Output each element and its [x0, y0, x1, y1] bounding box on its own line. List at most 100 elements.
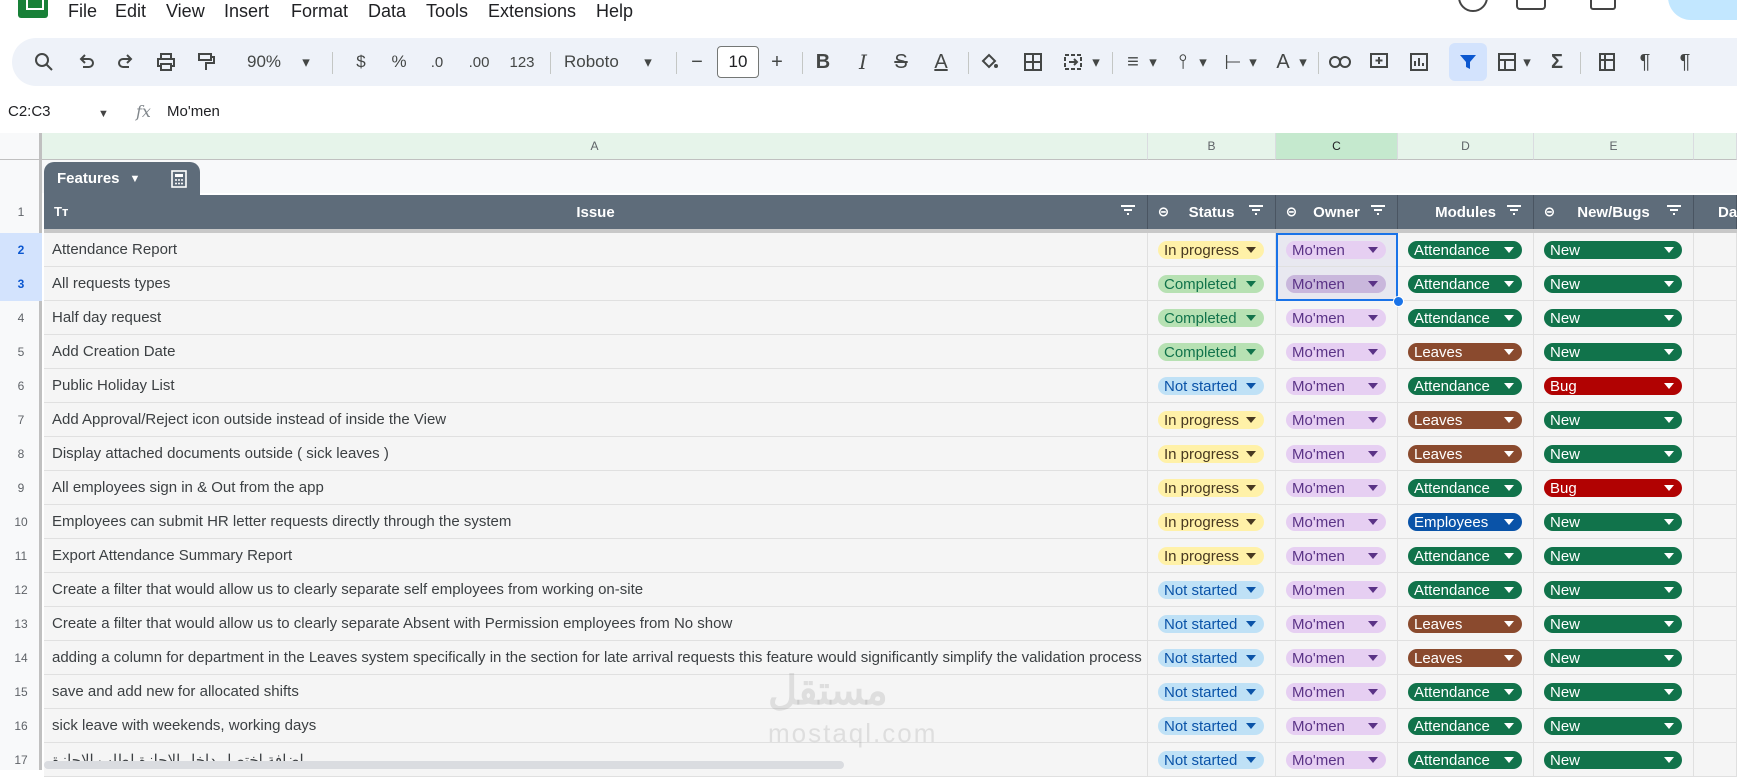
- type-chip[interactable]: New: [1544, 683, 1682, 701]
- chip-dropdown-icon[interactable]: [1246, 383, 1256, 389]
- chip-dropdown-icon[interactable]: [1664, 247, 1674, 253]
- menu-format[interactable]: Format: [291, 1, 348, 22]
- formula-input[interactable]: Mo'men: [167, 103, 220, 120]
- horizontal-align-icon[interactable]: ≡: [1120, 38, 1146, 86]
- header-newbugs[interactable]: ⊝ New/Bugs: [1534, 195, 1694, 229]
- chip-dropdown-icon[interactable]: [1664, 757, 1674, 763]
- status-cell[interactable]: In progress: [1148, 233, 1276, 267]
- module-cell[interactable]: Attendance: [1398, 709, 1534, 743]
- type-cell[interactable]: New: [1534, 335, 1694, 369]
- history-icon[interactable]: [1458, 0, 1488, 12]
- fill-handle[interactable]: [1393, 296, 1404, 307]
- type-cell[interactable]: New: [1534, 607, 1694, 641]
- zoom-select[interactable]: 90%: [234, 38, 294, 86]
- owner-chip[interactable]: Mo'men: [1286, 751, 1386, 769]
- row-number[interactable]: 4: [0, 301, 42, 335]
- chip-dropdown-icon[interactable]: [1246, 553, 1256, 559]
- chip-dropdown-icon[interactable]: [1246, 247, 1256, 253]
- chip-dropdown-icon[interactable]: [1664, 485, 1674, 491]
- chip-dropdown-icon[interactable]: [1368, 247, 1378, 253]
- owner-cell[interactable]: Mo'men: [1276, 403, 1398, 437]
- status-cell[interactable]: Not started: [1148, 743, 1276, 777]
- chip-dropdown-icon[interactable]: [1504, 723, 1514, 729]
- more-formats-button[interactable]: 123: [506, 38, 538, 86]
- chip-dropdown-icon[interactable]: [1368, 315, 1378, 321]
- date-cell[interactable]: [1694, 743, 1737, 777]
- chip-dropdown-icon[interactable]: [1504, 757, 1514, 763]
- header-owner[interactable]: ⊝ Owner: [1276, 195, 1398, 229]
- status-chip[interactable]: In progress: [1158, 411, 1264, 429]
- module-cell[interactable]: Attendance: [1398, 233, 1534, 267]
- table-menu-button[interactable]: [158, 162, 200, 195]
- row-number[interactable]: 16: [0, 709, 42, 743]
- menu-view[interactable]: View: [166, 1, 205, 22]
- status-chip[interactable]: Not started: [1158, 377, 1264, 395]
- date-cell[interactable]: [1694, 301, 1737, 335]
- menu-file[interactable]: File: [68, 1, 97, 22]
- owner-chip[interactable]: Mo'men: [1286, 615, 1386, 633]
- owner-cell[interactable]: Mo'men: [1276, 471, 1398, 505]
- row-number[interactable]: 17: [0, 743, 42, 777]
- font-dropdown-icon[interactable]: ▾: [638, 38, 658, 86]
- issue-cell[interactable]: Employees can submit HR letter requests …: [44, 505, 1148, 539]
- chip-dropdown-icon[interactable]: [1664, 587, 1674, 593]
- owner-chip[interactable]: Mo'men: [1286, 445, 1386, 463]
- increase-decimal-button[interactable]: .00: [462, 38, 496, 86]
- owner-chip[interactable]: Mo'men: [1286, 581, 1386, 599]
- menu-insert[interactable]: Insert: [224, 1, 269, 22]
- menu-extensions[interactable]: Extensions: [488, 1, 576, 22]
- redo-icon[interactable]: [112, 38, 140, 86]
- rtl-icon[interactable]: ¶: [1672, 38, 1698, 86]
- chip-dropdown-icon[interactable]: [1504, 621, 1514, 627]
- merge-cells-icon[interactable]: [1060, 38, 1086, 86]
- status-cell[interactable]: Completed: [1148, 335, 1276, 369]
- issue-cell[interactable]: Display attached documents outside ( sic…: [44, 437, 1148, 471]
- status-chip[interactable]: Not started: [1158, 649, 1264, 667]
- type-chip[interactable]: New: [1544, 241, 1682, 259]
- module-cell[interactable]: Attendance: [1398, 267, 1534, 301]
- owner-cell[interactable]: Mo'men: [1276, 505, 1398, 539]
- owner-chip[interactable]: Mo'men: [1286, 547, 1386, 565]
- type-cell[interactable]: New: [1534, 505, 1694, 539]
- issue-cell[interactable]: sick leave with weekends, working days: [44, 709, 1148, 743]
- owner-chip[interactable]: Mo'men: [1286, 377, 1386, 395]
- header-status[interactable]: ⊝ Status: [1148, 195, 1276, 229]
- owner-cell[interactable]: Mo'men: [1276, 641, 1398, 675]
- column-header-a[interactable]: A: [42, 133, 1148, 160]
- status-chip[interactable]: Completed: [1158, 343, 1264, 361]
- row-number[interactable]: 9: [0, 471, 42, 505]
- text-color-icon[interactable]: A: [926, 38, 956, 86]
- row-number[interactable]: 13: [0, 607, 42, 641]
- paint-format-icon[interactable]: [192, 38, 220, 86]
- issue-cell[interactable]: Public Holiday List: [44, 369, 1148, 403]
- status-chip[interactable]: Not started: [1158, 717, 1264, 735]
- status-cell[interactable]: Not started: [1148, 573, 1276, 607]
- type-cell[interactable]: New: [1534, 267, 1694, 301]
- module-chip[interactable]: Attendance: [1408, 377, 1522, 395]
- type-cell[interactable]: New: [1534, 743, 1694, 777]
- filter-lines-icon[interactable]: [1249, 205, 1263, 215]
- owner-cell[interactable]: Mo'men: [1276, 233, 1398, 267]
- italic-icon[interactable]: I: [850, 38, 876, 86]
- status-cell[interactable]: Not started: [1148, 709, 1276, 743]
- undo-icon[interactable]: [72, 38, 100, 86]
- type-cell[interactable]: New: [1534, 539, 1694, 573]
- date-cell[interactable]: [1694, 471, 1737, 505]
- menu-data[interactable]: Data: [368, 1, 406, 22]
- filter-lines-icon[interactable]: [1667, 205, 1681, 215]
- chip-dropdown-icon[interactable]: [1246, 689, 1256, 695]
- owner-cell[interactable]: Mo'men: [1276, 267, 1398, 301]
- status-chip[interactable]: Not started: [1158, 751, 1264, 769]
- row-number[interactable]: 2: [0, 233, 42, 267]
- date-cell[interactable]: [1694, 607, 1737, 641]
- chip-dropdown-icon[interactable]: [1368, 689, 1378, 695]
- chip-dropdown-icon[interactable]: [1504, 349, 1514, 355]
- chip-dropdown-icon[interactable]: [1368, 723, 1378, 729]
- chip-dropdown-icon[interactable]: [1368, 281, 1378, 287]
- chip-dropdown-icon[interactable]: [1504, 451, 1514, 457]
- type-cell[interactable]: New: [1534, 403, 1694, 437]
- filter-views-dropdown-icon[interactable]: ▾: [1520, 38, 1534, 86]
- date-cell[interactable]: [1694, 539, 1737, 573]
- status-cell[interactable]: Completed: [1148, 267, 1276, 301]
- row-number[interactable]: 10: [0, 505, 42, 539]
